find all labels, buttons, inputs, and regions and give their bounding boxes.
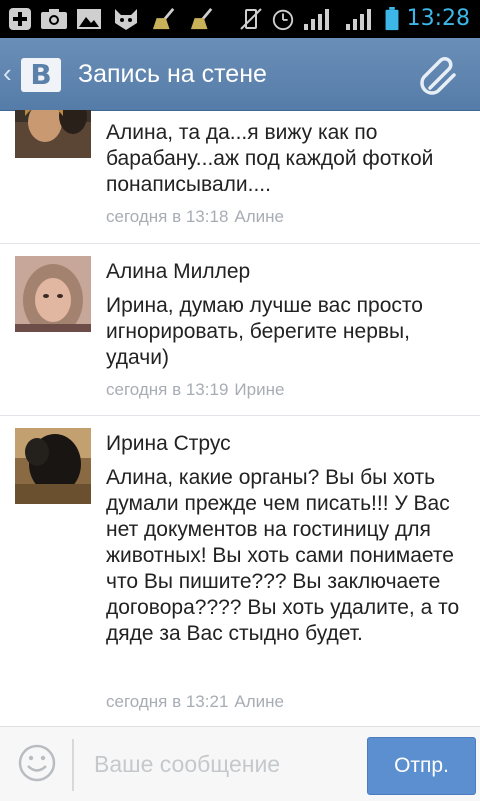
vibrate-icon [240, 8, 262, 30]
comment-time: сегодня в 13:21 [106, 692, 229, 711]
vk-logo[interactable]: B [21, 58, 61, 92]
page-title: Запись на стене [78, 60, 267, 88]
comment-meta: сегодня в 13:18 Алине [106, 206, 284, 228]
divider [72, 739, 74, 791]
battery-icon [385, 7, 399, 31]
broom-icon [152, 7, 175, 30]
comment-item[interactable]: Алина, та да...я вижу как по барабану...… [0, 110, 480, 244]
signal-icon [346, 9, 371, 30]
comment-text: Алина, та да...я вижу как по барабану...… [106, 121, 434, 196]
comment-reply-to[interactable]: Алине [234, 207, 284, 226]
comment-item[interactable]: Ирина Струс Алина, какие органы? Вы бы х… [0, 415, 480, 726]
message-input[interactable] [92, 745, 356, 783]
status-bar: 13:28 [0, 0, 480, 38]
comment-meta: сегодня в 13:19 Ирине [106, 379, 284, 401]
camera-icon [41, 9, 67, 29]
smile-icon[interactable] [17, 743, 57, 783]
broom-icon [190, 7, 213, 30]
avatar[interactable] [15, 110, 91, 158]
comment-reply-to[interactable]: Алине [234, 692, 284, 711]
avatar[interactable] [15, 256, 91, 332]
back-chevron-icon[interactable]: ‹ [3, 58, 12, 88]
add-icon [9, 8, 31, 30]
message-composer: Отпр. [0, 726, 480, 801]
comment-reply-to[interactable]: Ирине [234, 380, 284, 399]
comment-item[interactable]: Алина Миллер Ирина, думаю лучше вас прос… [0, 243, 480, 416]
comment-time: сегодня в 13:19 [106, 380, 229, 399]
app-header: ‹ B Запись на стене [0, 38, 480, 111]
send-button[interactable]: Отпр. [367, 737, 476, 795]
comment-author[interactable]: Ирина Струс [106, 431, 231, 457]
comment-text: Алина, какие органы? Вы бы хоть думали п… [106, 466, 460, 645]
signal-icon [304, 9, 329, 30]
cat-icon [115, 9, 137, 30]
comment-time: сегодня в 13:18 [106, 207, 229, 226]
avatar[interactable] [15, 428, 91, 504]
comment-author[interactable]: Алина Миллер [106, 259, 250, 285]
comment-text: Ирина, думаю лучше вас просто игнорирова… [106, 294, 423, 369]
paperclip-icon[interactable] [416, 54, 462, 100]
alarm-icon [272, 9, 294, 31]
comment-meta: сегодня в 13:21 Алине [106, 691, 284, 713]
status-time: 13:28 [406, 6, 470, 31]
comments-list: Алина, та да...я вижу как по барабану...… [0, 110, 480, 726]
image-icon [77, 9, 101, 29]
